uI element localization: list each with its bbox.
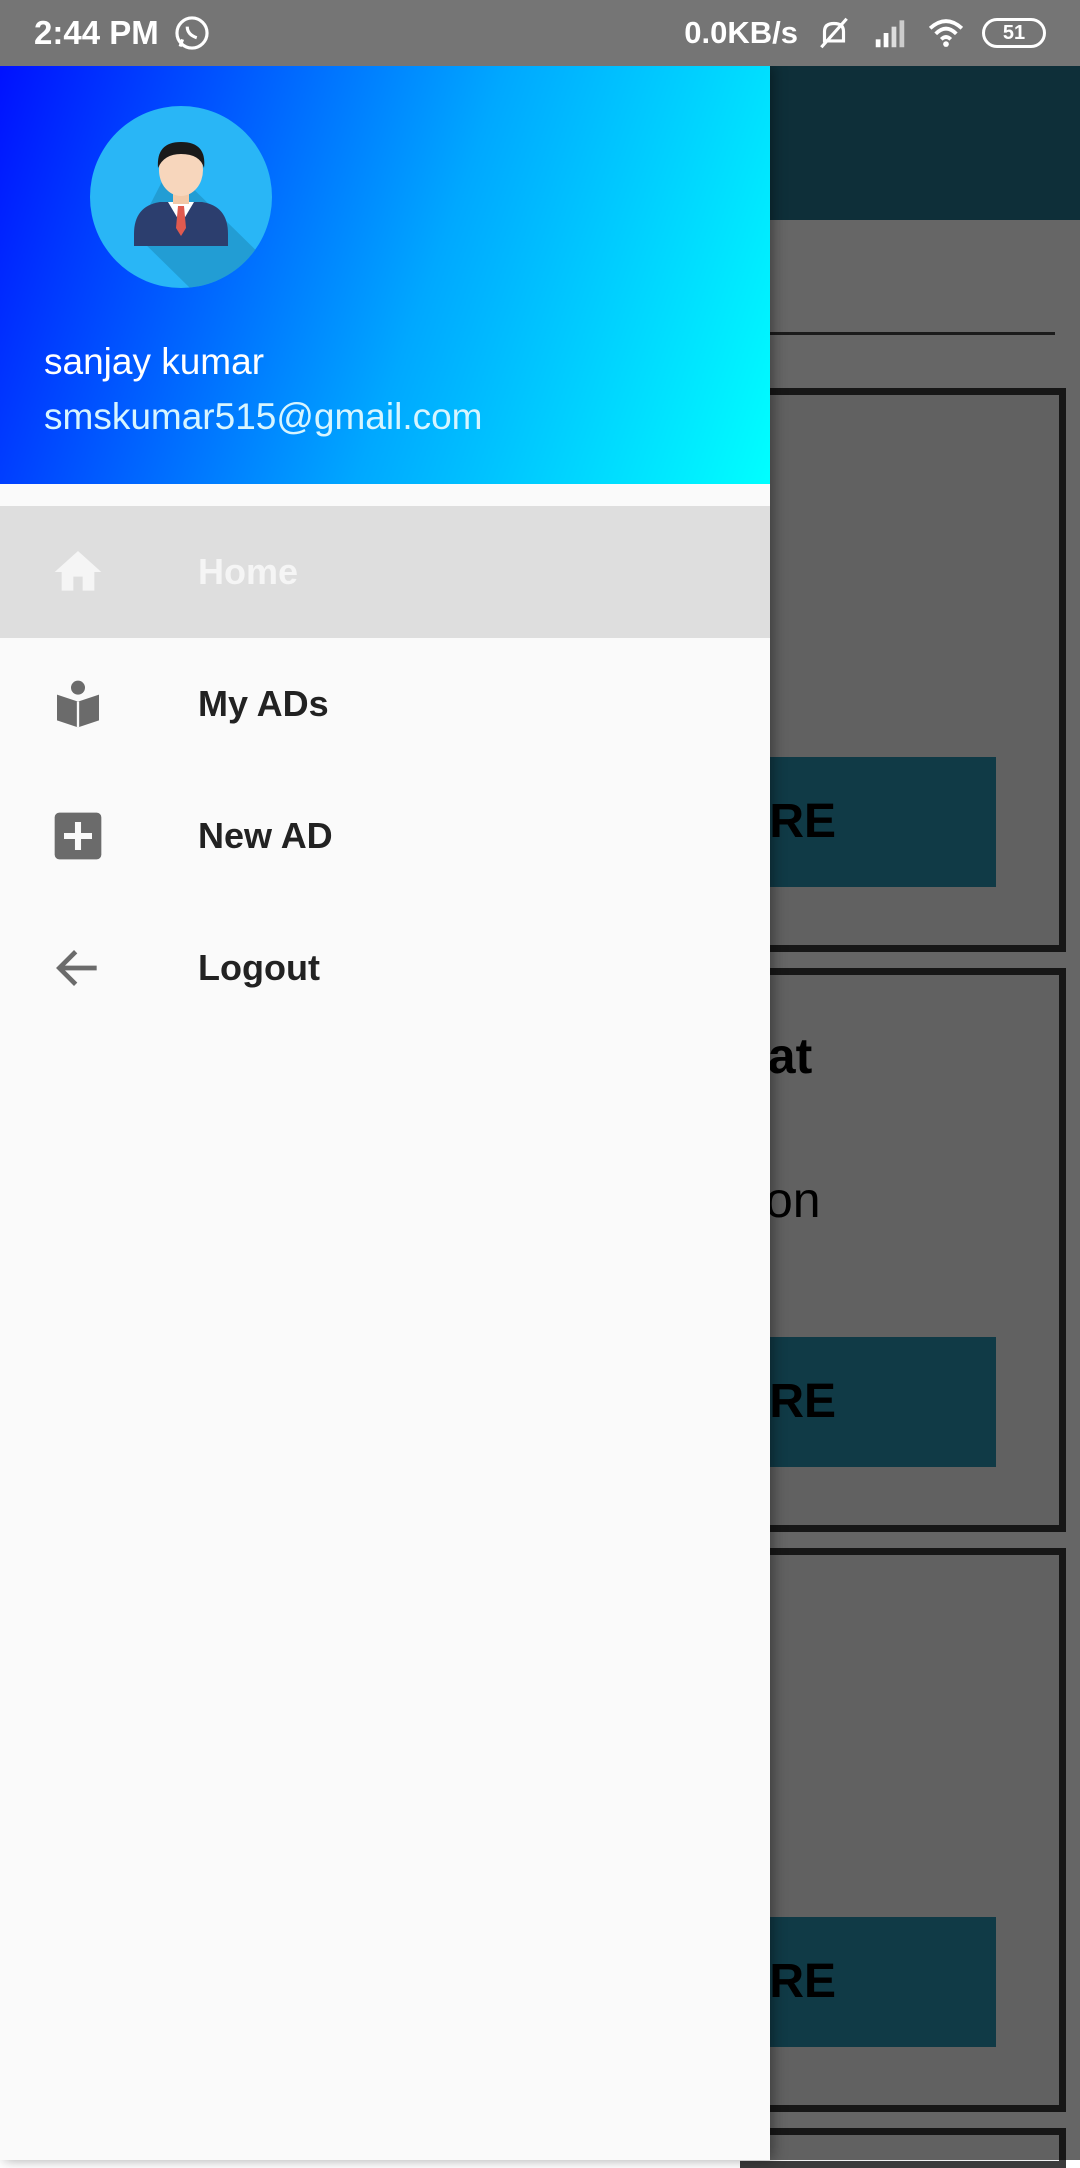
- reader-icon: [50, 676, 106, 732]
- menu-item-logout[interactable]: Logout: [0, 902, 770, 1034]
- wifi-icon: [928, 19, 964, 47]
- menu-item-label: Logout: [198, 947, 320, 988]
- user-name: sanjay kumar: [44, 341, 265, 382]
- status-time: 2:44 PM: [34, 14, 159, 51]
- silent-alarm-icon: [820, 17, 848, 49]
- businessman-icon: [134, 142, 272, 288]
- arrow-back-icon: [50, 940, 106, 996]
- menu-item-home[interactable]: Home: [0, 506, 770, 638]
- add-box-icon: [50, 808, 106, 864]
- menu-item-new-ad[interactable]: New AD: [0, 770, 770, 902]
- status-bar: 2:44 PM 0.0KB/s 51: [0, 0, 1080, 66]
- drawer-menu: Home My ADs New AD Logout: [0, 506, 770, 1034]
- whatsapp-icon: [175, 16, 209, 50]
- navigation-drawer: sanjay kumar smskumar515@gmail.com Home …: [0, 66, 770, 2160]
- home-icon: [50, 544, 106, 600]
- status-icons: 0.0KB/s 51: [684, 14, 1046, 52]
- signal-icon: [875, 20, 905, 48]
- battery-icon: 51: [982, 18, 1046, 48]
- avatar[interactable]: [90, 106, 272, 288]
- menu-item-label: Home: [198, 551, 299, 592]
- battery-level: 51: [1002, 21, 1026, 44]
- menu-item-label: New AD: [198, 815, 333, 856]
- menu-item-label: My ADs: [198, 683, 329, 724]
- user-email: smskumar515@gmail.com: [44, 396, 483, 437]
- drawer-header: sanjay kumar smskumar515@gmail.com: [0, 66, 770, 484]
- network-speed: 0.0KB/s: [684, 15, 798, 50]
- menu-item-my-ads[interactable]: My ADs: [0, 638, 770, 770]
